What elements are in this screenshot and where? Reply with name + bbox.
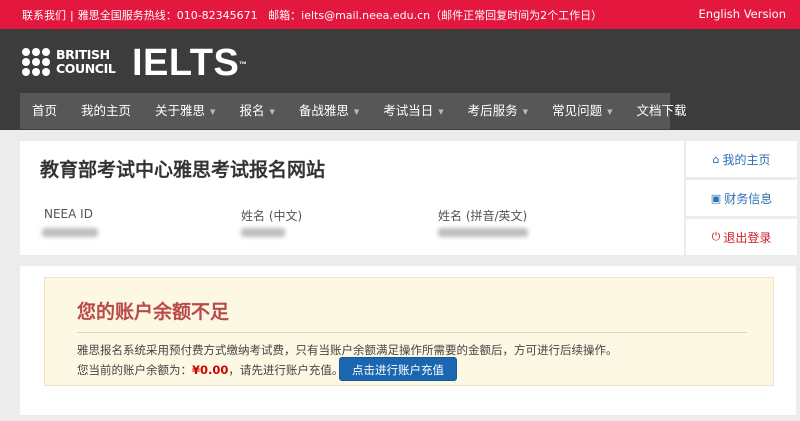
sidebar-item-logout[interactable]: ⏻ 退出登录	[686, 219, 797, 255]
nav-item-label: 考试当日	[383, 103, 434, 118]
main-navigation: 首页 我的主页 关于雅思 ▼ 报名 ▼ 备战雅思 ▼ 考试当日 ▼ 考后服务 ▼ 常见问题 ▼ 文档下载	[20, 93, 686, 129]
british-council-text: BRITISH COUNCIL	[56, 47, 116, 76]
alert-title: 您的账户余额不足	[77, 301, 230, 323]
home-icon: ⌂	[712, 152, 720, 166]
main-panel: 您的账户余额不足 雅思报名系统采用预付费方式缴纳考试费，只有当账户余额满足操作所…	[20, 266, 796, 415]
nav-item-2[interactable]: 关于雅思 ▼	[143, 93, 227, 129]
nav-item-7[interactable]: 常见问题 ▼	[540, 93, 624, 129]
nav-item-3[interactable]: 报名 ▼	[227, 93, 286, 129]
page-title: 教育部考试中心雅思考试报名网站	[40, 159, 326, 181]
british-council-line2: COUNCIL	[56, 60, 116, 76]
ielts-logo[interactable]: IELTS ™	[132, 42, 247, 84]
name-chinese-label: 姓名 (中文)	[241, 209, 303, 223]
recharge-account-button[interactable]: 点击进行账户充值	[339, 357, 457, 381]
balance-line: 您当前的账户余额为：¥0.00，请先进行账户充值。	[77, 362, 343, 378]
balance-amount: ¥0.00	[192, 363, 229, 377]
balance-suffix: ，请先进行账户充值。	[228, 363, 344, 377]
briefcase-icon: ▣	[710, 191, 722, 205]
nav-item-label: 我的主页	[81, 103, 132, 118]
contact-us-link[interactable]: 联系我们	[22, 9, 66, 22]
nav-item-8[interactable]: 文档下载	[624, 93, 698, 129]
name-chinese-value-redacted	[241, 228, 285, 237]
name-pinyin-label: 姓名 (拼音/英文)	[438, 209, 528, 223]
sidebar-item-my-home[interactable]: ⌂ 我的主页	[686, 141, 797, 177]
account-sidebar: ⌂ 我的主页 ▣ 财务信息 ⏻ 退出登录	[686, 141, 797, 255]
chevron-down-icon: ▼	[210, 108, 216, 116]
ielts-logo-text: IELTS	[132, 42, 240, 84]
balance-prefix: 您当前的账户余额为：	[77, 363, 192, 377]
nav-item-6[interactable]: 考后服务 ▼	[456, 93, 540, 129]
top-info-bar: 联系我们 | 雅思全国服务热线：010-82345671 邮箱：ielts@mail…	[0, 0, 800, 29]
chevron-down-icon: ▼	[438, 108, 444, 116]
neea-id-label: NEEA ID	[44, 207, 93, 221]
nav-item-label: 文档下载	[636, 103, 687, 118]
chevron-down-icon: ▼	[522, 108, 529, 116]
nav-item-label: 关于雅思	[155, 103, 206, 118]
neea-id-value-redacted	[42, 228, 98, 237]
divider: |	[70, 9, 74, 22]
sidebar-item-label: 财务信息	[724, 191, 773, 206]
sidebar-item-label: 我的主页	[722, 152, 771, 167]
english-version-link[interactable]: English Version	[699, 7, 786, 21]
chevron-down-icon: ▼	[269, 108, 275, 116]
name-pinyin-value-redacted	[438, 228, 528, 237]
nav-item-label: 常见问题	[552, 103, 603, 118]
nav-item-label: 备战雅思	[298, 103, 349, 118]
british-council-dots-icon	[22, 48, 54, 78]
hotline-text: 雅思全国服务热线：010-82345671	[77, 9, 258, 22]
site-header: BRITISH COUNCIL IELTS ™ 首页 我的主页 关于雅思 ▼ 报名 ▼ 备战雅…	[0, 29, 800, 130]
top-info-left: 联系我们 | 雅思全国服务热线：010-82345671 邮箱：ielts@mail…	[22, 7, 602, 23]
nav-item-1[interactable]: 我的主页	[69, 93, 143, 129]
chevron-down-icon: ▼	[353, 108, 360, 116]
nav-item-label: 考后服务	[467, 103, 518, 118]
sidebar-item-finance[interactable]: ▣ 财务信息	[686, 180, 797, 216]
power-icon: ⏻	[711, 230, 721, 243]
profile-card: 教育部考试中心雅思考试报名网站 NEEA ID 姓名 (中文) 姓名 (拼音/英…	[20, 141, 684, 255]
prepaid-notice-text: 雅思报名系统采用预付费方式缴纳考试费，只有当账户余额满足操作所需要的金额后，方可…	[77, 343, 618, 357]
nav-item-5[interactable]: 考试当日 ▼	[371, 93, 455, 129]
chevron-down-icon: ▼	[607, 108, 613, 116]
sidebar-item-label: 退出登录	[723, 230, 772, 245]
trademark-mark: ™	[238, 60, 248, 69]
nav-item-label: 首页	[32, 103, 58, 118]
british-council-line1: BRITISH	[56, 47, 110, 62]
nav-item-4[interactable]: 备战雅思 ▼	[287, 93, 371, 129]
divider	[77, 332, 747, 333]
insufficient-balance-alert: 您的账户余额不足 雅思报名系统采用预付费方式缴纳考试费，只有当账户余额满足操作所…	[44, 277, 774, 386]
email-text: 邮箱：ielts@mail.neea.edu.cn（邮件正常回复时间为2个工作日…	[268, 9, 603, 22]
nav-item-label: 报名	[239, 103, 265, 118]
british-council-logo[interactable]: BRITISH COUNCIL	[22, 47, 122, 79]
nav-item-0[interactable]: 首页	[20, 93, 69, 129]
